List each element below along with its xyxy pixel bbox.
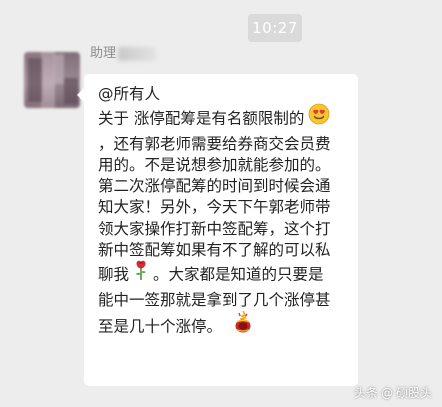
watermark-account: 硕股头 — [395, 386, 432, 400]
rose-emoji — [133, 259, 149, 287]
message-line: 聊我 。大家都是知道的只要是 — [98, 261, 348, 289]
mention-all: @所有人 — [98, 85, 161, 103]
message-line: 第二次涨停配筹的时间到时候会通 — [98, 177, 331, 196]
message-line: 至是几十个涨停。 — [98, 309, 348, 343]
chat-window: 10:27 助理 @所有人 关于 涨停配筹是有名额限制的 ，还有郭老师需要给券商… — [0, 0, 442, 407]
message-line: 用的。不是说想参加就能参加的。 — [98, 155, 331, 174]
message-line: ，还有郭老师需要给券商交会员费 — [98, 134, 331, 153]
watermark: 头条 @ 硕股头 — [354, 384, 432, 401]
message-bubble[interactable]: @所有人 关于 涨停配筹是有名额限制的 ，还有郭老师需要给券商交会员费 用的。不… — [77, 74, 358, 386]
sender-name-redaction — [118, 47, 157, 61]
sender: 助理 — [90, 44, 157, 64]
firecracker-emoji — [230, 309, 256, 341]
message-line: 新中签配筹如果有不了解的可以私 — [98, 241, 331, 260]
message-line: 能中一签那就是拿到了几个涨停甚 — [98, 290, 331, 309]
message-line: 领大家操作打新中签配筹，这个打 — [98, 219, 331, 238]
avatar[interactable] — [24, 52, 80, 108]
sender-name: 助理 — [90, 46, 117, 61]
message-line: 关于 涨停配筹是有名额限制的 — [98, 103, 348, 133]
watermark-at: @ — [380, 385, 393, 400]
heart-eyes-emoji — [308, 103, 330, 131]
message-line: 知大家！另外，今天下午郭老师带 — [98, 198, 331, 217]
timestamp: 10:27 — [248, 14, 302, 42]
watermark-platform: 头条 — [353, 386, 378, 400]
